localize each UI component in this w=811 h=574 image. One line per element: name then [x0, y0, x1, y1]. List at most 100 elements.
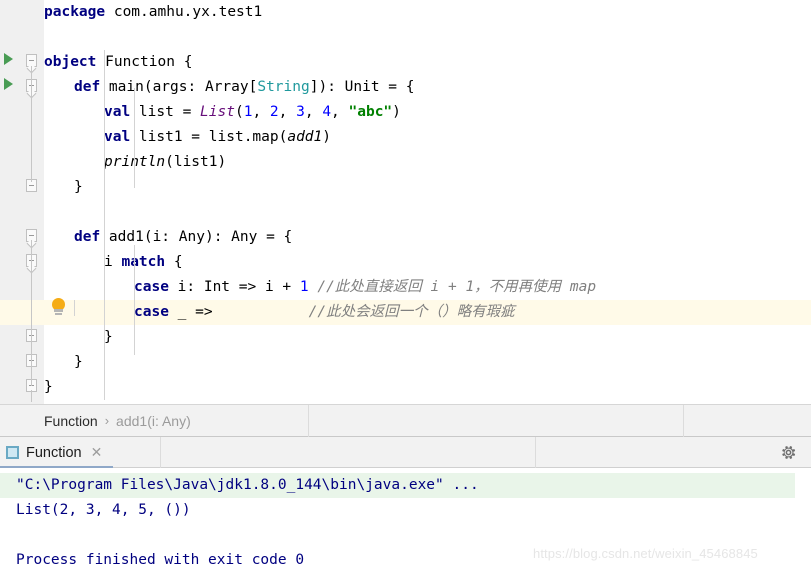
breadcrumb-item-add1[interactable]: add1(i: Any)	[116, 413, 191, 429]
code-line[interactable]: println(list1)	[0, 150, 811, 175]
tab-bar-divider	[535, 437, 536, 468]
code-token-plain: ,	[252, 104, 270, 120]
code-token-cmt: //此处直接返回 i + 1，不用再使用 map	[317, 279, 597, 295]
code-token-fn: add1	[287, 129, 323, 145]
code-line-text: package com.amhu.yx.test1	[44, 0, 262, 25]
code-line-text: }	[44, 375, 53, 400]
code-line[interactable]: i match {	[0, 250, 811, 275]
indent-guide	[74, 300, 75, 316]
code-token-kw: package	[44, 4, 106, 20]
console-command-line: "C:\Program Files\Java\jdk1.8.0_144\bin\…	[0, 473, 795, 498]
code-line[interactable]: package com.amhu.yx.test1	[0, 0, 811, 25]
code-line[interactable]: def add1(i: Any): Any = {	[0, 225, 811, 250]
code-line-text: }	[104, 325, 113, 350]
indent-guide	[134, 88, 135, 188]
run-configuration-icon	[6, 446, 19, 459]
code-token-plain: Function {	[96, 54, 193, 70]
code-token-num: 2	[269, 104, 279, 120]
code-token-num: 3	[296, 104, 305, 120]
code-line-text: }	[74, 175, 83, 200]
console-output-line: List(2, 3, 4, 5, ())	[16, 502, 191, 518]
code-token-plain: list =	[130, 104, 201, 120]
code-token-obj: List	[200, 104, 235, 120]
code-token-type: String	[257, 79, 310, 95]
fold-connector	[31, 66, 32, 182]
code-line-text: object Function {	[44, 50, 192, 75]
code-editor[interactable]: package com.amhu.yx.test1 object Function…	[0, 0, 811, 404]
code-token-plain: add1(i: Any): Any = {	[100, 229, 293, 245]
code-token-plain: }	[104, 329, 113, 345]
code-token-num: 1	[299, 279, 309, 295]
code-token-plain: )	[392, 104, 401, 120]
run-tab-function[interactable]: Function ✕	[0, 437, 110, 468]
code-line[interactable]	[0, 25, 811, 50]
console-output-line: Process finished with exit code 0	[16, 552, 305, 568]
code-line[interactable]: case i: Int => i + 1 //此处直接返回 i + 1，不用再使…	[0, 275, 811, 300]
breadcrumb-item-function[interactable]: Function	[44, 413, 98, 429]
code-token-kw: case	[134, 304, 169, 320]
code-token-plain: ,	[304, 104, 323, 120]
code-line-text: val list1 = list.map(add1)	[104, 125, 331, 150]
code-token-plain: ]): Unit = {	[309, 79, 415, 95]
run-tool-tab-bar: Function ✕	[0, 437, 811, 468]
code-line[interactable]: case _ => //此处会返回一个（）略有瑕疵	[0, 300, 811, 325]
code-line-text: def add1(i: Any): Any = {	[74, 225, 292, 250]
code-line[interactable]: val list1 = list.map(add1)	[0, 125, 811, 150]
code-line[interactable]: }	[0, 375, 811, 400]
code-token-plain: {	[165, 254, 183, 270]
code-token-plain: (list1)	[165, 154, 227, 170]
code-token-num: 4	[322, 104, 332, 120]
code-token-kw: object	[44, 54, 97, 70]
code-line-text: i match {	[104, 250, 183, 275]
watermark: https://blog.csdn.net/weixin_45468845	[533, 546, 758, 561]
code-token-plain: }	[74, 354, 83, 370]
run-object-gutter-icon[interactable]	[4, 53, 13, 65]
code-token-plain: (	[234, 104, 244, 120]
breadcrumb-divider	[308, 405, 309, 438]
code-token-kw: def	[74, 79, 101, 95]
breadcrumb-separator-icon: ›	[104, 413, 110, 428]
code-token-kw: def	[74, 229, 101, 245]
code-line-text: val list = List(1, 2, 3, 4, "abc")	[104, 100, 401, 125]
code-token-plain: list1 = list.map(	[130, 129, 288, 145]
code-token-plain: ,	[278, 104, 297, 120]
code-token-plain: com.amhu.yx.test1	[105, 4, 263, 20]
code-token-plain: }	[44, 379, 53, 395]
breadcrumb-divider	[683, 405, 684, 438]
code-line[interactable]: val list = List(1, 2, 3, 4, "abc")	[0, 100, 811, 125]
run-main-gutter-icon[interactable]	[4, 78, 13, 90]
code-token-str: "abc"	[348, 104, 393, 120]
code-line[interactable]	[0, 200, 811, 225]
code-line[interactable]: }	[0, 175, 811, 200]
code-token-kw: val	[104, 129, 131, 145]
code-line-text: case i: Int => i + 1 //此处直接返回 i + 1，不用再使…	[134, 275, 596, 300]
indent-guide	[104, 50, 105, 400]
code-token-kw: val	[104, 104, 131, 120]
code-line[interactable]: }	[0, 350, 811, 375]
tab-bar-divider	[160, 437, 161, 468]
code-line-text: def main(args: Array[String]): Unit = {	[74, 75, 415, 100]
code-line-text: }	[74, 350, 83, 375]
code-line-text: println(list1)	[104, 150, 226, 175]
intention-lightbulb-icon[interactable]	[50, 298, 68, 318]
code-line[interactable]: object Function {	[0, 50, 811, 75]
code-token-plain: main(args: Array[	[100, 79, 258, 95]
bulb-base	[54, 309, 63, 312]
code-token-plain: )	[322, 129, 331, 145]
code-token-plain: }	[74, 179, 83, 195]
code-line[interactable]: }	[0, 325, 811, 350]
code-token-cmt: //此处会返回一个（）略有瑕疵	[308, 304, 515, 320]
code-token-kw: case	[134, 279, 169, 295]
breadcrumb: Function › add1(i: Any)	[0, 404, 811, 438]
code-token-plain: i: Int => i +	[168, 279, 300, 295]
fold-connector	[31, 390, 32, 402]
gear-icon[interactable]	[780, 444, 797, 461]
code-token-kw: match	[121, 254, 166, 270]
bulb-base	[55, 313, 62, 315]
code-line[interactable]: def main(args: Array[String]): Unit = {	[0, 75, 811, 100]
code-line-text: case _ => //此处会返回一个（）略有瑕疵	[134, 300, 515, 325]
close-icon[interactable]: ✕	[91, 444, 103, 461]
code-token-plain: ,	[331, 104, 349, 120]
code-token-plain: i	[104, 254, 122, 270]
fold-connector	[31, 240, 32, 386]
